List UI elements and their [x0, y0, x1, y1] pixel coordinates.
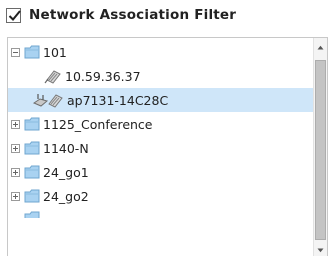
- filter-header: Network Association Filter: [2, 3, 327, 27]
- tree-node-label: 101: [43, 44, 67, 60]
- folder-icon: [24, 211, 40, 218]
- checkmark-icon: [8, 9, 21, 21]
- filter-label: Network Association Filter: [29, 7, 237, 23]
- folder-icon: [24, 45, 40, 59]
- folder-icon: [24, 165, 40, 179]
- tree-node-24-go2[interactable]: 24_go2: [8, 184, 313, 208]
- tree-node-label: 1125_Conference: [43, 116, 153, 132]
- tree-node-partial: [8, 208, 313, 218]
- network-device-icon: [44, 70, 61, 84]
- folder-icon: [24, 141, 40, 155]
- folder-icon: [24, 117, 40, 131]
- tree-node-label: ap7131-14C28C: [67, 92, 169, 108]
- tree-node-label: 24_go1: [43, 164, 89, 180]
- scroll-down-arrow-icon: [317, 248, 324, 252]
- tree-node-1125-conference[interactable]: 1125_Conference: [8, 112, 313, 136]
- tree-scrollbar[interactable]: [313, 38, 327, 256]
- expand-toggle[interactable]: [11, 119, 20, 129]
- tree-node-label: 24_go2: [43, 188, 89, 204]
- tree-node-label: 10.59.36.37: [65, 68, 141, 84]
- tree-node-24-go1[interactable]: 24_go1: [8, 160, 313, 184]
- collapse-toggle[interactable]: [11, 47, 20, 57]
- filter-checkbox[interactable]: [6, 7, 21, 23]
- tree-node-101[interactable]: 101: [8, 40, 313, 64]
- folder-icon: [24, 189, 40, 203]
- tree-node-10-59-36-37[interactable]: 10.59.36.37: [8, 64, 313, 88]
- tree-node-ap7131[interactable]: ap7131-14C28C: [8, 88, 313, 112]
- tree-node-1140-n[interactable]: 1140-N: [8, 136, 313, 160]
- access-point-icon: [32, 94, 63, 108]
- scroll-down-button[interactable]: [314, 243, 327, 256]
- expand-toggle[interactable]: [11, 143, 20, 153]
- scroll-up-button[interactable]: [314, 40, 327, 54]
- tree-content: 101 10.59.36.37 ap7131-14C28C 1125_Confe…: [8, 38, 313, 256]
- network-tree: 101 10.59.36.37 ap7131-14C28C 1125_Confe…: [7, 37, 328, 256]
- scroll-up-arrow-icon: [317, 45, 324, 49]
- expand-toggle[interactable]: [11, 191, 20, 201]
- expand-toggle[interactable]: [11, 167, 20, 177]
- tree-node-label: 1140-N: [43, 140, 89, 156]
- scroll-thumb[interactable]: [315, 60, 326, 240]
